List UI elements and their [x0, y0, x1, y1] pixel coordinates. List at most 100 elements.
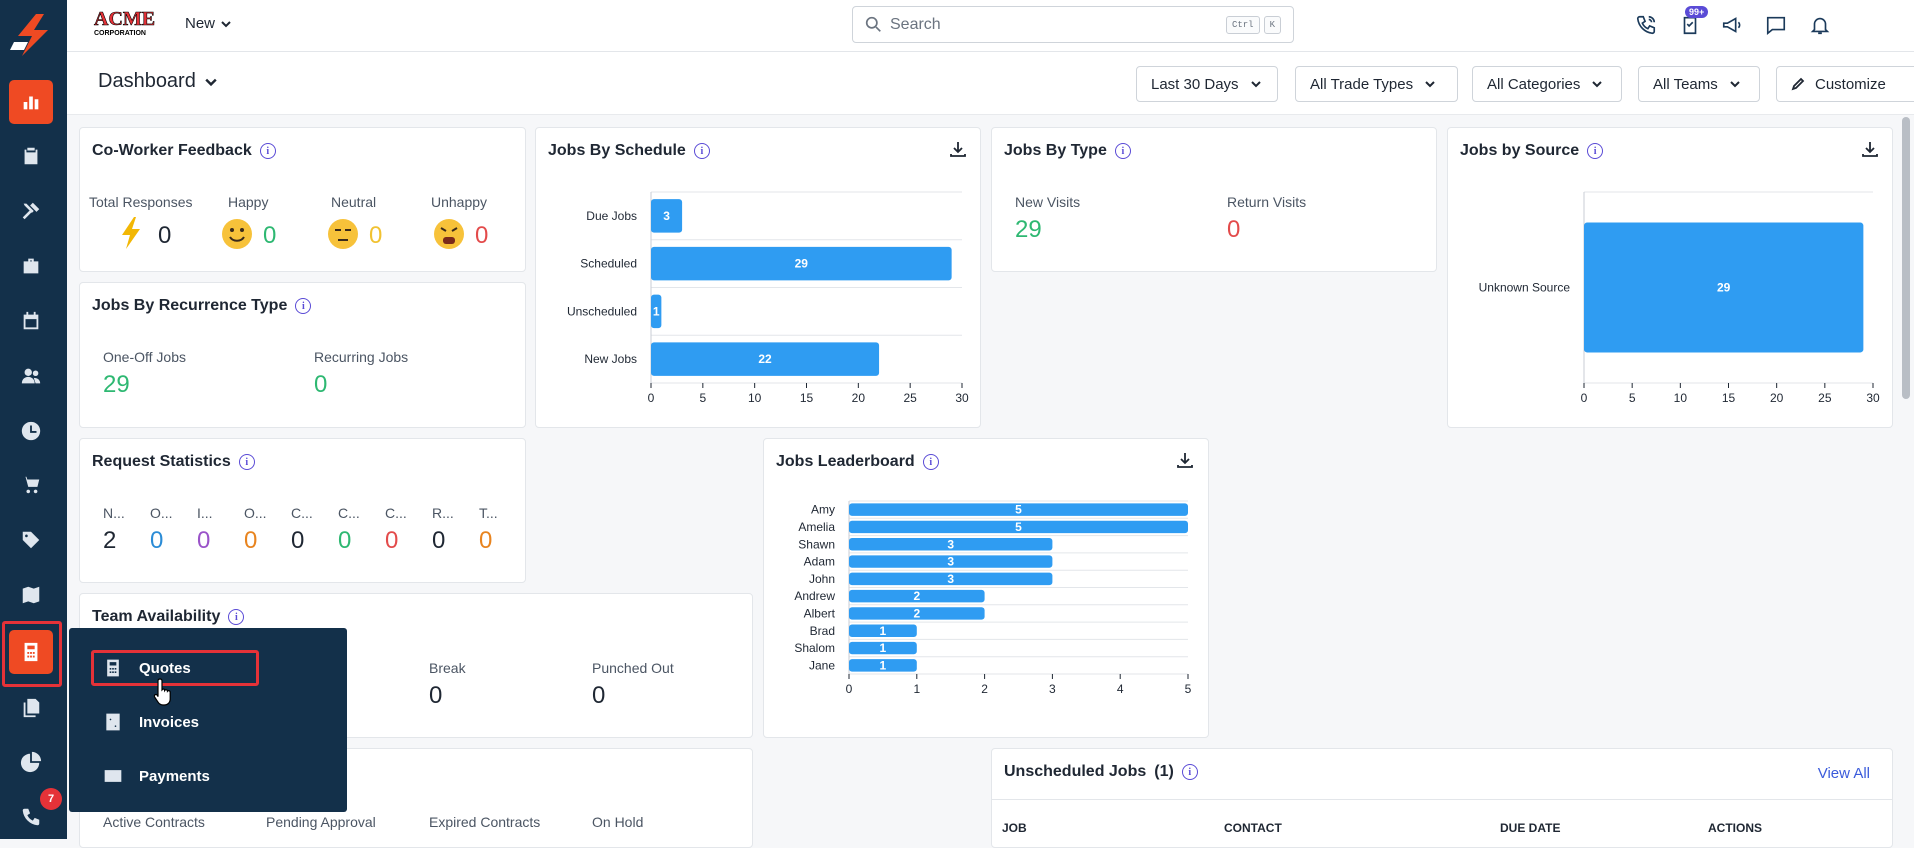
sub-header: Dashboard Last 30 Days All Trade Types A… [67, 52, 1914, 115]
customize-label: Customize [1815, 75, 1886, 93]
info-icon[interactable]: i [238, 454, 255, 470]
download-icon[interactable] [949, 140, 967, 158]
x-tick-label: 25 [1818, 391, 1832, 405]
trade-type-filter[interactable]: All Trade Types [1295, 66, 1458, 102]
bar-value-label: 2 [913, 589, 920, 603]
app-logo-icon[interactable] [8, 12, 58, 58]
request-stat-value: 0 [385, 527, 399, 554]
jobs-by-schedule-card: Jobs By Schedule i 0 5 10 15 20 25 30 Due Jobs 3 S… [535, 127, 981, 428]
bar-value-label: 3 [947, 537, 954, 551]
x-tick-label: 5 [1629, 391, 1636, 405]
on-hold-label: On Hold [592, 814, 644, 830]
new-visits-label: New Visits [1015, 194, 1081, 210]
sidebar-item-calendar[interactable] [9, 299, 53, 343]
sidebar-item-reports[interactable] [9, 740, 53, 784]
request-stat-value: 0 [291, 527, 305, 554]
x-tick-label: 25 [903, 391, 917, 405]
x-tick-label: 3 [1049, 682, 1056, 696]
info-icon[interactable]: i [1587, 143, 1604, 159]
dashboard-selector[interactable]: Dashboard [98, 70, 217, 93]
info-icon[interactable]: i [228, 609, 245, 625]
bar-chart-icon [23, 96, 39, 110]
column-header-job[interactable]: JOB [1002, 821, 1027, 835]
scrollbar[interactable] [1902, 117, 1910, 399]
info-icon[interactable]: i [1114, 143, 1131, 159]
sidebar-item-timesheet[interactable] [9, 409, 53, 453]
chat-icon[interactable] [1763, 12, 1789, 38]
new-visits-value: 29 [1015, 216, 1042, 243]
category-label: Scheduled [580, 257, 637, 271]
credit-card-icon [104, 770, 122, 782]
new-dropdown[interactable]: New [185, 15, 231, 32]
sidebar-item-documents[interactable] [9, 686, 53, 730]
sidebar-item-tools[interactable] [9, 189, 53, 233]
shortcut-key-k: K [1263, 15, 1281, 34]
megaphone-icon[interactable] [1719, 12, 1745, 38]
teams-filter[interactable]: All Teams [1638, 66, 1760, 102]
briefcase-icon [23, 258, 39, 274]
column-header-due-date[interactable]: DUE DATE [1500, 821, 1560, 835]
call-icon[interactable] [1633, 12, 1659, 38]
menu-item-quotes[interactable]: Quotes [103, 650, 263, 686]
sidebar-item-clipboard[interactable] [9, 134, 53, 178]
download-icon[interactable] [1176, 451, 1194, 469]
chevron-down-icon [205, 78, 217, 86]
sidebar-item-jobs[interactable] [9, 244, 53, 288]
sidebar-item-map[interactable] [9, 573, 53, 617]
x-tick-label: 20 [1770, 391, 1784, 405]
sidebar-item-dashboard[interactable] [9, 80, 53, 124]
category-filter[interactable]: All Categories [1472, 66, 1622, 102]
download-icon[interactable] [1861, 140, 1879, 158]
return-visits-label: Return Visits [1227, 194, 1307, 210]
cart-icon [21, 476, 40, 494]
category-label: John [809, 572, 835, 586]
card-title: Request Statistics i [92, 453, 255, 471]
acme-logo[interactable]: ACME CORPORATION [92, 6, 164, 38]
bell-icon[interactable] [1807, 12, 1833, 38]
category-label: All Categories [1487, 75, 1581, 93]
punched-out-label: Punched Out [592, 660, 674, 676]
menu-item-invoices[interactable]: Invoices [103, 704, 263, 740]
view-all-link[interactable]: View All [1818, 765, 1870, 782]
sidebar-item-contacts[interactable] [9, 354, 53, 398]
sidebar-item-pricebook[interactable] [9, 518, 53, 562]
menu-item-payments[interactable]: Payments [103, 758, 263, 794]
info-icon[interactable]: i [922, 454, 939, 470]
active-contracts-label: Active Contracts [103, 814, 205, 830]
search-box[interactable]: Ctrl K [852, 6, 1294, 43]
bar-value-label: 29 [1717, 281, 1731, 295]
request-stat-label: C... [291, 505, 313, 521]
sidebar-item-billing[interactable] [9, 630, 53, 674]
date-range-filter[interactable]: Last 30 Days [1136, 66, 1278, 102]
info-icon[interactable]: i [295, 298, 312, 314]
request-stat-value: 0 [197, 527, 211, 554]
x-tick-label: 0 [846, 682, 853, 696]
shortcut-key-ctrl: Ctrl [1225, 15, 1260, 34]
column-header-actions[interactable]: ACTIONS [1708, 821, 1762, 835]
documents-icon [23, 698, 40, 718]
category-label: Amelia [798, 520, 835, 534]
customize-button[interactable]: Customize [1776, 66, 1914, 102]
bar-value-label: 3 [947, 555, 954, 569]
column-header-contact[interactable]: CONTACT [1224, 821, 1282, 835]
info-icon[interactable]: i [259, 143, 276, 159]
info-icon[interactable]: i [1181, 764, 1198, 780]
x-tick-label: 4 [1117, 682, 1124, 696]
bar-value-label: 2 [913, 606, 920, 620]
bar-value-label: 5 [1015, 503, 1022, 517]
calculator-icon [24, 642, 38, 662]
jobs-leaderboard-chart: 0 1 2 3 4 5 Amy 5 Amelia 5 Shawn 3 Adam 3 John 3 Andrew 2… [794, 500, 1192, 696]
sidebar-item-store[interactable] [9, 463, 53, 507]
x-tick-label: 5 [1185, 682, 1192, 696]
punched-out-value: 0 [592, 682, 606, 709]
jobs-by-schedule-chart: 0 5 10 15 20 25 30 Due Jobs 3 Scheduled 29 Unschedu… [567, 191, 969, 405]
logo-text: ACME [94, 8, 155, 30]
total-responses-value: 0 [158, 222, 172, 249]
x-tick-label: 15 [800, 391, 814, 405]
info-icon[interactable]: i [693, 143, 710, 159]
bar-value-label: 3 [947, 572, 954, 586]
tools-icon [22, 202, 40, 220]
request-statistics-card: Request Statistics i N... 2 O... 0 I... 0 O... 0… [79, 438, 526, 583]
search-input[interactable] [890, 15, 1226, 34]
category-label: Amy [811, 503, 835, 517]
